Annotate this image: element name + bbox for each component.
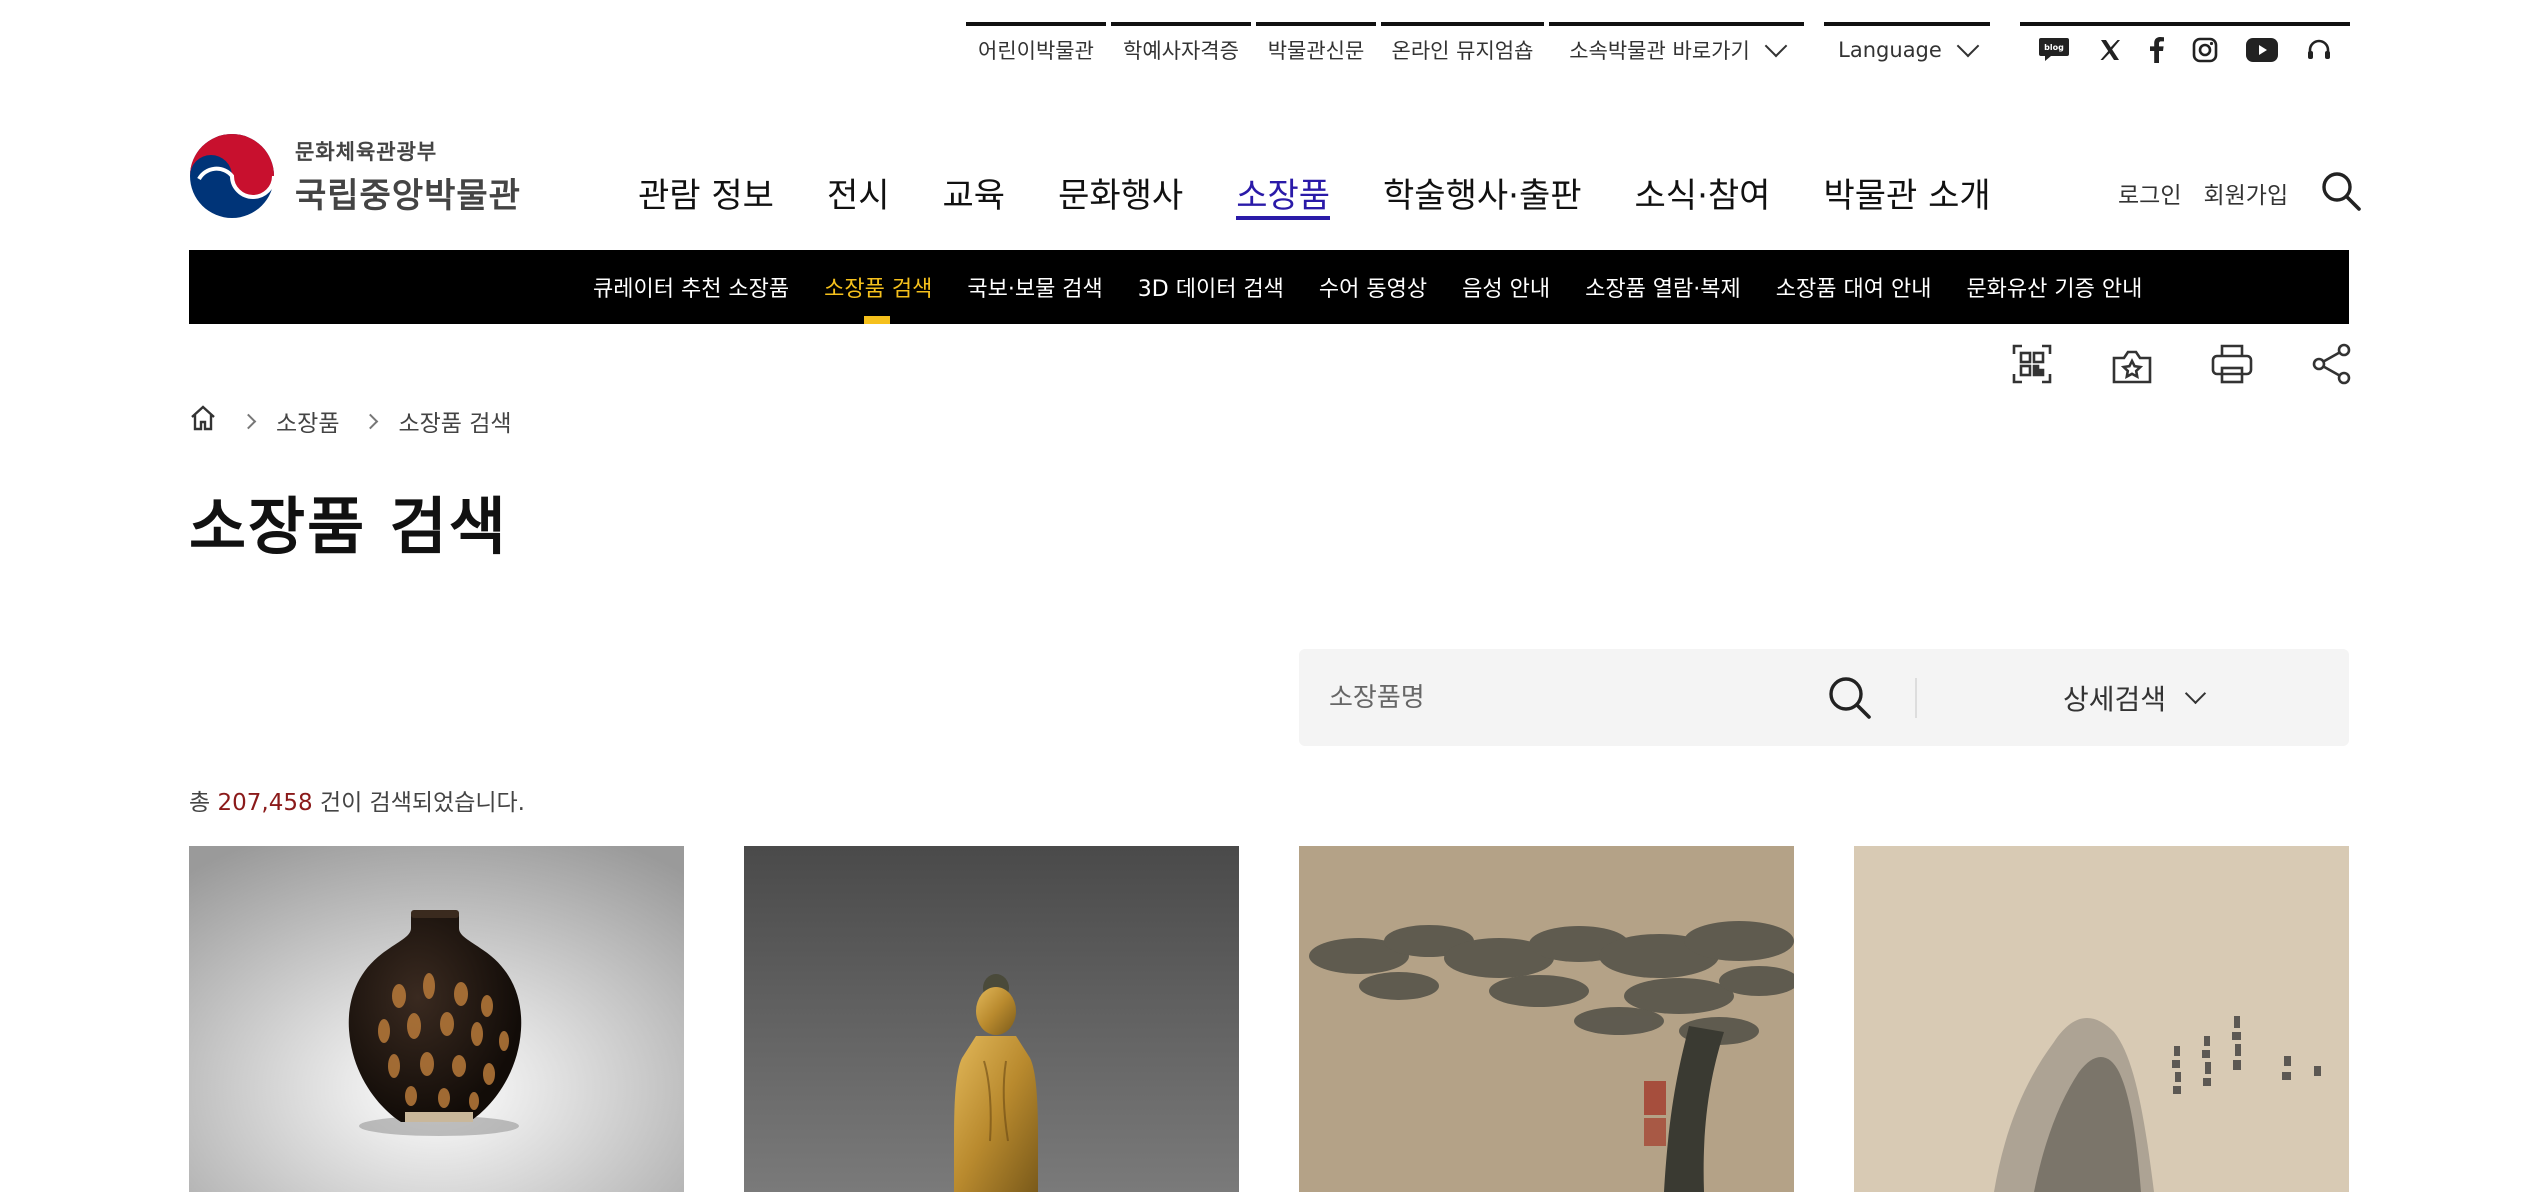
search-icon[interactable]: [2320, 170, 2362, 216]
facebook-icon[interactable]: [2150, 37, 2164, 63]
favorite-star-icon[interactable]: [2110, 342, 2154, 386]
chevron-right-icon: [240, 413, 257, 429]
taegeuk-logo-icon: [190, 134, 275, 218]
chevron-down-icon: [1764, 34, 1788, 58]
result-count: 총 207,458 건이 검색되었습니다.: [189, 790, 525, 816]
detail-search-button[interactable]: 상세검색: [1917, 678, 2349, 718]
collection-card-gilt-bronze-buddha[interactable]: [744, 846, 1239, 1192]
print-icon[interactable]: [2210, 342, 2254, 386]
gnb-item-academic-publication[interactable]: 학술행사·출판: [1383, 168, 1582, 220]
buddha-image: [744, 846, 1239, 1192]
utility-nav: 어린이박물관 학예사자격증 박물관신문 온라인 뮤지엄숍 소속박물관 바로가기 …: [966, 22, 2350, 70]
home-icon[interactable]: [189, 404, 217, 438]
blog-icon[interactable]: blog: [2038, 37, 2070, 63]
social-links: blog: [2020, 22, 2350, 70]
util-link-curator-cert[interactable]: 학예사자격증: [1111, 22, 1251, 70]
search-icon[interactable]: [1825, 673, 1875, 723]
qr-code-icon[interactable]: [2010, 342, 2054, 386]
lnb-item-national-treasures[interactable]: 국보·보물 검색: [967, 250, 1102, 324]
lnb-item-collection-search[interactable]: 소장품 검색: [824, 250, 932, 324]
collection-grid: [189, 846, 2349, 1192]
lnb-item-sign-language[interactable]: 수어 동영상: [1319, 250, 1427, 324]
breadcrumb-item-collection-search[interactable]: 소장품 검색: [398, 404, 511, 438]
breadcrumb-item-collection[interactable]: 소장품: [276, 404, 339, 438]
x-icon[interactable]: [2098, 38, 2122, 62]
chevron-right-icon: [363, 413, 379, 429]
result-count-number: 207,458: [217, 790, 313, 816]
util-link-online-shop[interactable]: 온라인 뮤지엄숍: [1381, 22, 1544, 70]
gnb-item-cultural-events[interactable]: 문화행사: [1058, 168, 1183, 220]
lnb-item-curator-picks[interactable]: 큐레이터 추천 소장품: [593, 250, 789, 324]
share-icon[interactable]: [2310, 342, 2354, 386]
collection-card-tree-ink-painting[interactable]: [1299, 846, 1794, 1192]
gnb-item-about-museum[interactable]: 박물관 소개: [1823, 168, 1990, 220]
chevron-down-icon: [2184, 682, 2207, 705]
page-title: 소장품 검색: [189, 490, 508, 563]
gnb-item-exhibition[interactable]: 전시: [827, 168, 890, 220]
collection-card-black-glazed-jar[interactable]: [189, 846, 684, 1192]
sub-nav: 큐레이터 추천 소장품 소장품 검색 국보·보물 검색 3D 데이터 검색 수어…: [189, 250, 2349, 324]
search-box: 상세검색: [1299, 649, 2349, 746]
svg-text:blog: blog: [2044, 43, 2064, 52]
main-nav: 관람 정보 전시 교육 문화행사 소장품 학술행사·출판 소식·참여 박물관 소…: [638, 168, 2044, 220]
landscape-painting-image: [1854, 846, 2349, 1192]
lnb-item-view-reproduction[interactable]: 소장품 열람·복제: [1585, 250, 1741, 324]
youtube-icon[interactable]: [2246, 38, 2278, 62]
lnb-item-audio-guide[interactable]: 음성 안내: [1462, 250, 1550, 324]
login-link[interactable]: 로그인: [2118, 176, 2203, 210]
museum-logo[interactable]: 문화체육관광부 국립중앙박물관: [189, 133, 521, 219]
util-link-affiliated-museums[interactable]: 소속박물관 바로가기: [1549, 22, 1804, 70]
signup-link[interactable]: 회원가입: [2203, 176, 2310, 210]
gnb-item-visit-info[interactable]: 관람 정보: [638, 168, 774, 220]
lnb-item-loan-info[interactable]: 소장품 대여 안내: [1776, 250, 1932, 324]
language-select[interactable]: Language: [1824, 22, 1990, 70]
collection-card-landscape-ink-painting[interactable]: [1854, 846, 2349, 1192]
ministry-name: 문화체육관광부: [295, 139, 438, 164]
gnb-item-education[interactable]: 교육: [943, 168, 1006, 220]
breadcrumb: 소장품 소장품 검색: [189, 404, 512, 438]
lnb-item-donation-info[interactable]: 문화유산 기증 안내: [1966, 250, 2142, 324]
member-links: 로그인 회원가입: [2118, 170, 2362, 216]
util-link-children-museum[interactable]: 어린이박물관: [966, 22, 1106, 70]
instagram-icon[interactable]: [2192, 37, 2218, 63]
page-tools: [2010, 342, 2354, 386]
museum-name: 국립중앙박물관: [295, 175, 521, 216]
headset-icon[interactable]: [2306, 37, 2332, 63]
search-input[interactable]: [1299, 649, 1779, 746]
tree-painting-image: [1299, 846, 1794, 1192]
chevron-down-icon: [1956, 34, 1980, 58]
lnb-item-3d-data[interactable]: 3D 데이터 검색: [1138, 250, 1284, 324]
gnb-item-news-participation[interactable]: 소식·참여: [1635, 168, 1771, 220]
gnb-item-collection[interactable]: 소장품: [1236, 168, 1330, 220]
jar-image: [189, 846, 684, 1192]
util-link-newspaper[interactable]: 박물관신문: [1256, 22, 1376, 70]
